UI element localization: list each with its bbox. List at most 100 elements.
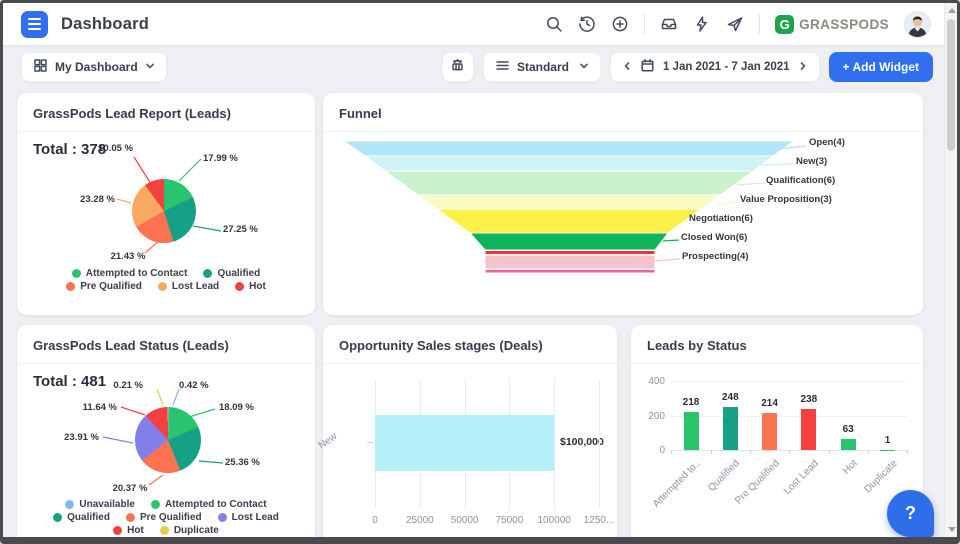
legend-dot [235, 282, 244, 291]
dashboard-selector-label: My Dashboard [55, 60, 138, 74]
funnel-separator [485, 270, 655, 274]
funnel-leader-line [655, 259, 680, 261]
lead-status-legend: Unavailable Attempted to Contact Qualified… [17, 499, 315, 536]
legend-item[interactable]: Hot [113, 525, 144, 536]
inbox-icon[interactable] [660, 15, 678, 33]
legend-item[interactable]: Lost Lead [158, 281, 219, 292]
legend-label: Hot [127, 525, 144, 536]
dashboard-selector[interactable]: My Dashboard [21, 52, 167, 82]
funnel-stage[interactable] [437, 209, 701, 233]
legend-row: Attempted to Contact Qualified [17, 268, 315, 279]
scroll-up-arrow[interactable] [948, 8, 956, 13]
lead-report-legend: Attempted to Contact Qualified Pre Qualifi… [17, 268, 315, 292]
scrollbar-thumb[interactable] [947, 19, 955, 151]
funnel-stage[interactable] [344, 141, 794, 156]
status-bar[interactable] [723, 407, 738, 450]
widget-title: GrassPods Lead Status (Leads) [17, 325, 315, 363]
legend-row: Qualified Pre Qualified Lost Lead [17, 512, 315, 523]
funnel-stage[interactable] [365, 156, 773, 171]
funnel-stage[interactable] [418, 195, 720, 209]
legend-dot [218, 513, 227, 522]
legend-label: Pre Qualified [140, 512, 202, 523]
header-icons: G GRASSPODS [545, 11, 931, 38]
funnel-stage-label: Negotiation(6) [689, 213, 753, 224]
x-category-label: Pre Qualified [710, 458, 781, 529]
bar-value-label: 214 [750, 398, 790, 409]
chevron-right-icon[interactable] [798, 60, 808, 74]
lead-status-pie-chart[interactable] [135, 407, 201, 473]
chevron-left-icon[interactable] [622, 60, 632, 74]
pie-percent-label: 27.25 % [223, 224, 275, 235]
leads-by-status-chart[interactable]: 0200400218Attempted to..248Qualified214P… [631, 325, 923, 544]
gridline [554, 379, 555, 509]
widget-opportunity: Opportunity Sales stages (Deals) New $10… [323, 325, 617, 544]
legend-label: Lost Lead [172, 281, 219, 292]
pie-leader-line [173, 389, 179, 405]
date-range-label: 1 Jan 2021 - 7 Jan 2021 [663, 61, 790, 73]
user-avatar[interactable] [904, 11, 931, 38]
x-tick-label: 1250... [574, 515, 624, 526]
status-bar[interactable] [684, 412, 699, 450]
total-label: Total : 378 [17, 132, 315, 158]
pie-percent-label: 17.99 % [203, 153, 255, 164]
deal-bar[interactable] [375, 415, 554, 471]
status-bar[interactable] [841, 439, 856, 450]
legend-item[interactable]: Pre Qualified [66, 281, 142, 292]
status-bar[interactable] [762, 413, 777, 450]
legend-item[interactable]: Qualified [203, 268, 260, 279]
axis-tick [868, 450, 869, 454]
pie-leader-line [103, 437, 133, 443]
axis-tick [789, 450, 790, 454]
bolt-icon[interactable] [693, 15, 711, 33]
funnel-stage[interactable] [485, 255, 655, 269]
legend-dot [113, 526, 122, 535]
legend-item[interactable]: Duplicate [160, 525, 219, 536]
date-range-picker[interactable]: 1 Jan 2021 - 7 Jan 2021 [610, 52, 820, 82]
funnel-stage[interactable] [385, 171, 753, 195]
legend-label: Duplicate [174, 525, 219, 536]
view-selector[interactable]: Standard [483, 52, 601, 82]
legend-item[interactable]: Qualified [53, 512, 110, 523]
hamburger-menu-button[interactable] [21, 11, 48, 38]
legend-item[interactable]: Attempted to Contact [151, 499, 267, 510]
search-icon[interactable] [545, 15, 563, 33]
legend-item[interactable]: Attempted to Contact [72, 268, 188, 279]
scroll-down-arrow[interactable] [948, 527, 956, 532]
slideshow-button[interactable] [442, 52, 474, 82]
chevron-down-icon [145, 60, 155, 74]
dashboard-toolbar: My Dashboard Standard 1 [3, 45, 957, 89]
app-header: Dashboard G GRASSPODS [3, 3, 957, 45]
legend-label: Pre Qualified [80, 281, 142, 292]
legend-item[interactable]: Pre Qualified [126, 512, 202, 523]
funnel-stage[interactable] [470, 233, 668, 250]
legend-item[interactable]: Unavailable [65, 499, 135, 510]
rocket-icon[interactable] [726, 15, 744, 33]
funnel-leader-line [778, 146, 806, 149]
lead-report-pie-chart[interactable] [132, 179, 196, 243]
pie-percent-label: 0.42 % [179, 380, 225, 391]
brand-logo[interactable]: G GRASSPODS [775, 15, 889, 34]
funnel-stage-label: New(3) [796, 156, 827, 167]
page-scrollbar[interactable] [944, 3, 957, 537]
axis-tick [671, 450, 672, 454]
history-icon[interactable] [578, 15, 596, 33]
bar-value-label: 63 [828, 424, 868, 435]
funnel-stage-label: Closed Won(6) [681, 232, 747, 243]
funnel-stage-label: Value Proposition(3) [740, 194, 832, 205]
help-button[interactable]: ? [887, 490, 934, 537]
add-widget-button[interactable]: + Add Widget [829, 52, 933, 82]
legend-dot [65, 500, 74, 509]
legend-item[interactable]: Lost Lead [218, 512, 279, 523]
x-tick-label: 0 [350, 515, 400, 526]
status-bar[interactable] [801, 409, 816, 450]
brand-name: GRASSPODS [799, 17, 889, 32]
add-icon[interactable] [611, 15, 629, 33]
legend-item[interactable]: Hot [235, 281, 266, 292]
page-title: Dashboard [61, 15, 149, 34]
x-tick-label: 100000 [529, 515, 579, 526]
x-tick-label: 75000 [484, 515, 534, 526]
opportunity-chart[interactable]: New $100,000 02500050000750001000001250.… [323, 325, 617, 544]
widget-lead-report: GrassPods Lead Report (Leads) Total : 37… [17, 93, 315, 315]
legend-dot [151, 500, 160, 509]
x-tick-label: 25000 [395, 515, 445, 526]
